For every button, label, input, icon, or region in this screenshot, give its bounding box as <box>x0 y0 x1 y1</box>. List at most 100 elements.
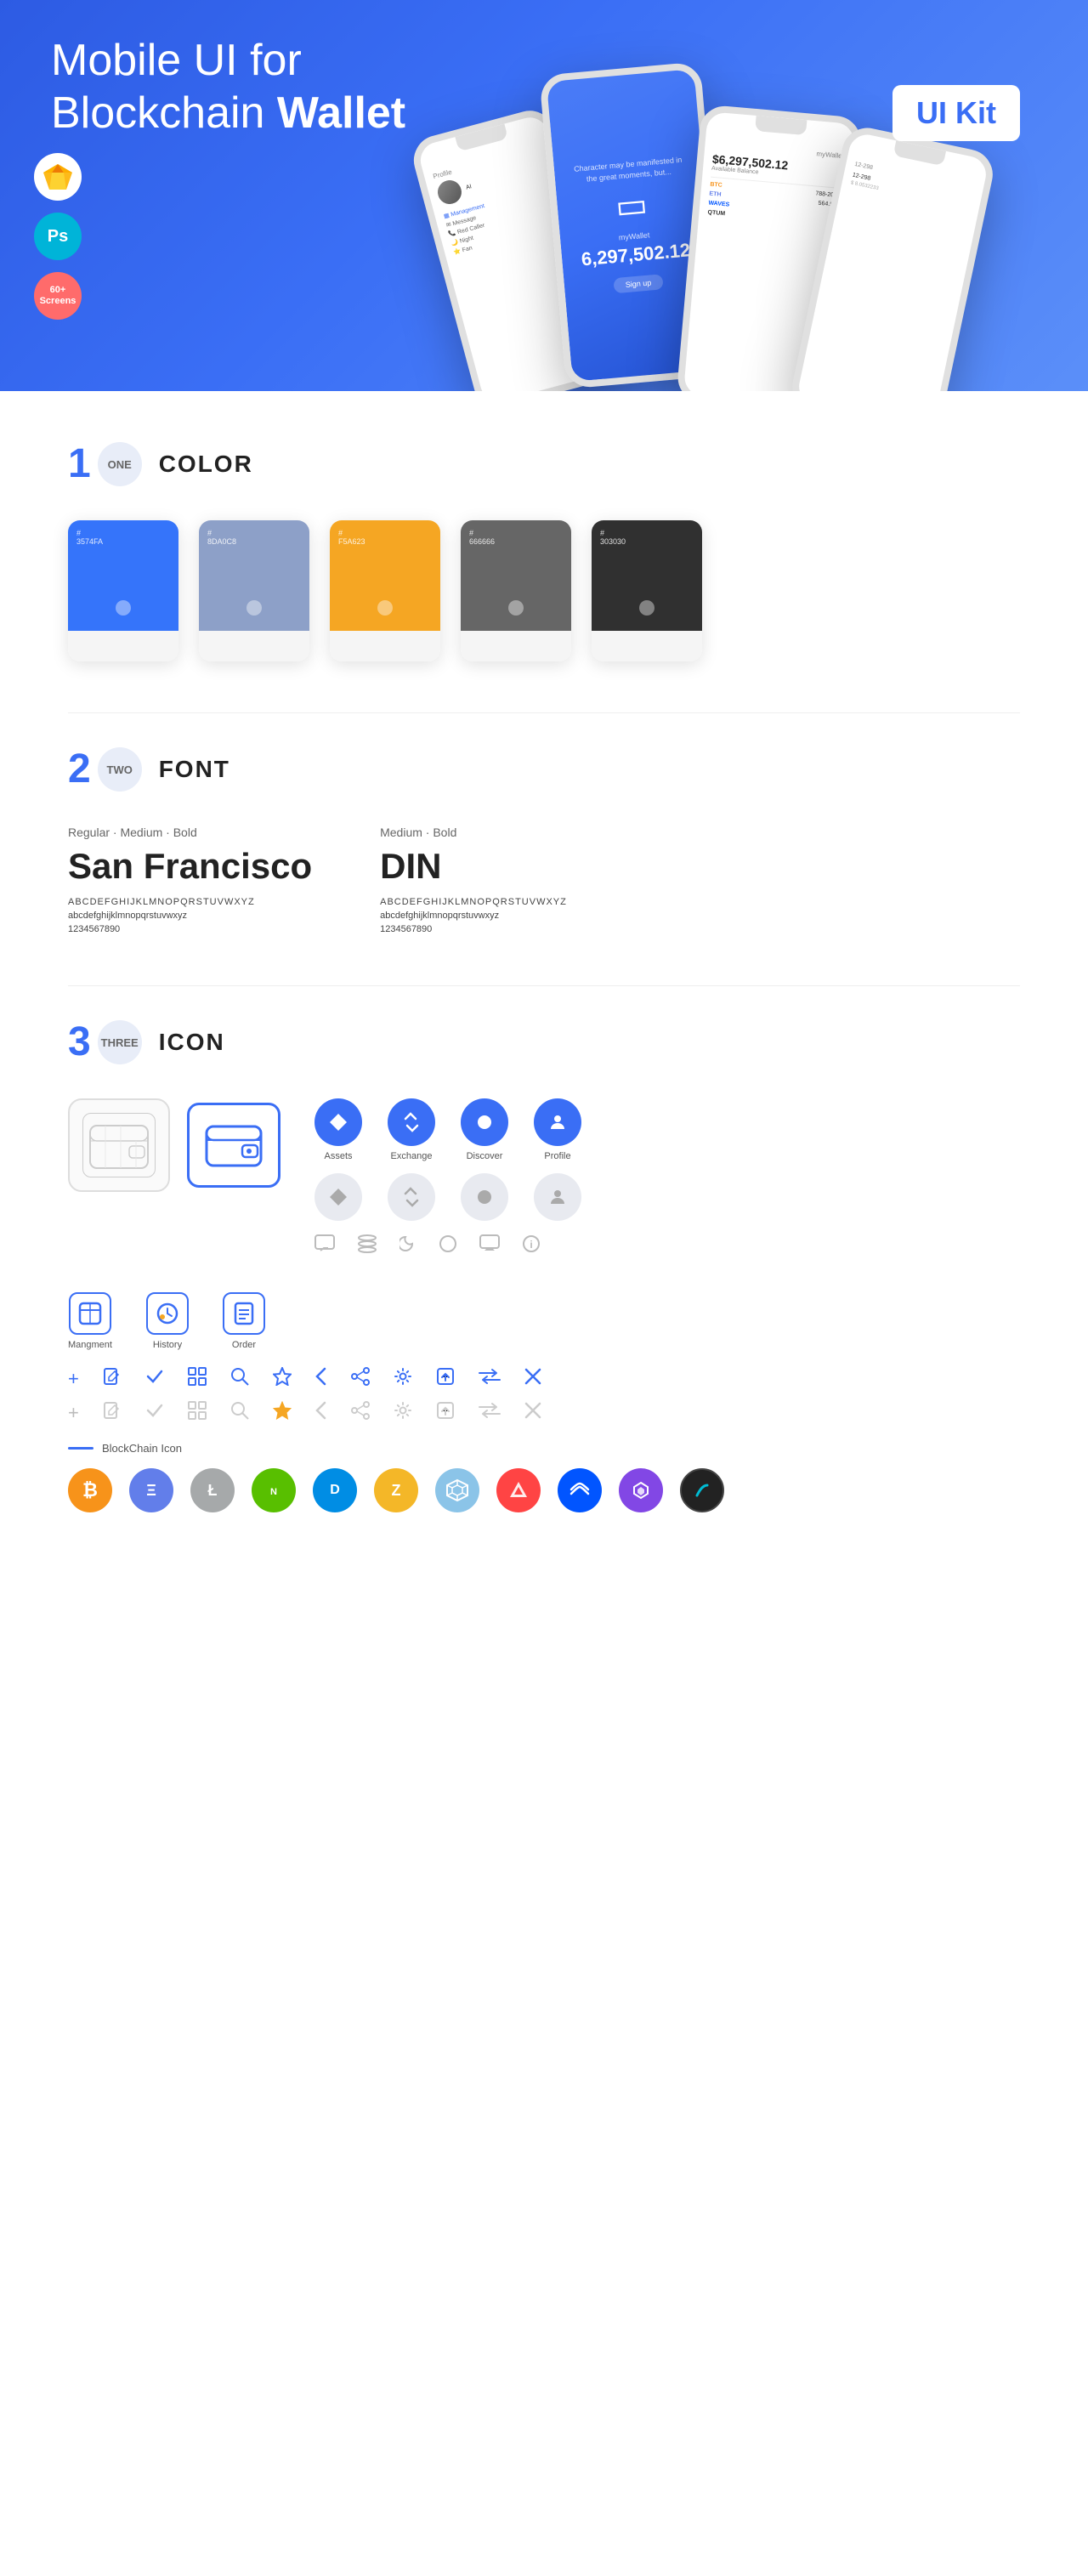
font-din-nums: 1234567890 <box>380 924 567 934</box>
chat-box-icon <box>479 1234 500 1258</box>
qr-icon-ghost <box>188 1401 207 1425</box>
screens-badge: 60+Screens <box>34 272 82 320</box>
color-swatches: #3574FA #8DA0C8 #F5A623 #666666 <box>68 520 1020 661</box>
nav-icon-profile: Profile <box>534 1098 581 1161</box>
hero-section: Mobile UI for Blockchain Wallet UI Kit P… <box>0 0 1088 391</box>
management-icon <box>69 1292 111 1335</box>
nav-icon-discover-gray <box>461 1173 508 1221</box>
mgmt-icon-order: Order <box>223 1292 265 1350</box>
blockchain-label-text: BlockChain Icon <box>102 1442 182 1455</box>
exchange-icon-blue <box>388 1098 435 1146</box>
crypto-litecoin: Ł <box>190 1468 235 1512</box>
icon-section-number: 3 <box>68 1022 91 1063</box>
settings-icon <box>394 1367 412 1391</box>
mgmt-icon-management: Mangment <box>68 1292 112 1350</box>
crypto-stratis <box>680 1468 724 1512</box>
swatch-orange: #F5A623 <box>330 520 440 661</box>
hero-title-regular: Mobile UI for Blockchain <box>51 36 302 138</box>
search-icon-ghost <box>230 1401 249 1425</box>
star-icon <box>273 1367 292 1391</box>
crypto-waves <box>558 1468 602 1512</box>
hero-title: Mobile UI for Blockchain Wallet <box>51 34 476 140</box>
share-icon-ghost <box>351 1401 370 1425</box>
circle-icon <box>439 1234 457 1258</box>
nav-icon-profile-gray <box>534 1173 581 1221</box>
swatch-blue: #3574FA <box>68 520 178 661</box>
icon-grid-main: Assets Exchange Di <box>68 1098 1020 1258</box>
swap-icon-ghost <box>479 1401 501 1425</box>
font-din-meta: Medium · Bold <box>380 826 567 839</box>
order-label: Order <box>232 1340 256 1350</box>
font-section-title: FONT <box>159 756 230 783</box>
font-din-upper: ABCDEFGHIJKLMNOPQRSTUVWXYZ <box>380 897 567 907</box>
mgmt-icon-row: Mangment History <box>68 1292 1020 1350</box>
sketch-icon <box>43 164 72 190</box>
wallet-filled-svg <box>205 1121 263 1169</box>
discover-icon-blue <box>461 1098 508 1146</box>
qr-icon <box>188 1367 207 1391</box>
wireframe-icons <box>68 1098 280 1192</box>
discover-label: Discover <box>467 1151 503 1161</box>
main-content: 1 ONE COLOR #3574FA #8DA0C8 #F5A623 <box>0 391 1088 1614</box>
small-icons-ghost-row: + <box>68 1401 1020 1425</box>
divider-1 <box>68 712 1020 713</box>
close-icon <box>524 1368 541 1390</box>
wallet-filled-icon <box>187 1103 280 1188</box>
ui-kit-badge: UI Kit <box>892 85 1020 141</box>
font-din-name: DIN <box>380 846 567 887</box>
color-section-badge: ONE <box>98 442 142 486</box>
upload-icon <box>436 1367 455 1391</box>
icon-section-content: Assets Exchange Di <box>68 1098 1020 1512</box>
color-section-title: COLOR <box>159 451 253 478</box>
close-icon-ghost <box>524 1402 541 1424</box>
crypto-neo: N <box>252 1468 296 1512</box>
info-icon: i <box>522 1234 541 1258</box>
crypto-zcash: Z <box>374 1468 418 1512</box>
plus-icon: + <box>68 1368 79 1390</box>
font-sf-name: San Francisco <box>68 846 312 887</box>
font-col-sf: Regular · Medium · Bold San Francisco AB… <box>68 826 312 934</box>
font-section-header: 2 TWO FONT <box>68 747 1020 792</box>
icon-section-title: ICON <box>159 1029 225 1056</box>
nav-icon-discover: Discover <box>461 1098 508 1161</box>
font-sf-nums: 1234567890 <box>68 924 312 934</box>
crypto-bitcoin: ₿ <box>68 1468 112 1512</box>
star-icon-filled-ghost <box>273 1401 292 1425</box>
hero-title-bold: Wallet <box>277 88 405 138</box>
nav-icons-area: Assets Exchange Di <box>314 1098 581 1258</box>
blockchain-line <box>68 1447 94 1450</box>
sketch-badge <box>34 153 82 201</box>
exchange-icon-gray <box>388 1173 435 1221</box>
icon-section-badge: THREE <box>98 1020 142 1064</box>
mgmt-icon-history: History <box>146 1292 189 1350</box>
stack-icon <box>357 1234 377 1258</box>
font-columns: Regular · Medium · Bold San Francisco AB… <box>68 826 1020 934</box>
assets-icon-gray <box>314 1173 362 1221</box>
blockchain-label: BlockChain Icon <box>68 1442 1020 1455</box>
font-sf-upper: ABCDEFGHIJKLMNOPQRSTUVWXYZ <box>68 897 312 907</box>
color-section-number: 1 <box>68 444 91 485</box>
hero-badges: Ps 60+Screens <box>34 153 82 320</box>
swap-icon <box>479 1367 501 1391</box>
assets-label: Assets <box>324 1151 352 1161</box>
profile-icon-gray <box>534 1173 581 1221</box>
nav-icons-blue-row: Assets Exchange Di <box>314 1098 581 1161</box>
plus-icon-ghost: + <box>68 1402 79 1424</box>
font-din-lower: abcdefghijklmnopqrstuvwxyz <box>380 911 567 921</box>
crypto-ethereum: Ξ <box>129 1468 173 1512</box>
font-section-badge: TWO <box>98 747 142 792</box>
swatch-gray-blue: #8DA0C8 <box>199 520 309 661</box>
nav-icons-gray-row <box>314 1173 581 1221</box>
nav-icon-assets-gray <box>314 1173 362 1221</box>
font-sf-lower: abcdefghijklmnopqrstuvwxyz <box>68 911 312 921</box>
crypto-logos-row: ₿ Ξ Ł N D Z <box>68 1468 1020 1512</box>
divider-2 <box>68 985 1020 986</box>
document-edit-icon-ghost <box>103 1401 122 1425</box>
share-icon <box>351 1367 370 1391</box>
small-icons-blue-row: + <box>68 1367 1020 1391</box>
moon-icon <box>400 1234 416 1258</box>
nav-icon-exchange-gray <box>388 1173 435 1221</box>
profile-label: Profile <box>544 1151 570 1161</box>
check-icon-ghost <box>145 1401 164 1425</box>
crypto-dash: D <box>313 1468 357 1512</box>
